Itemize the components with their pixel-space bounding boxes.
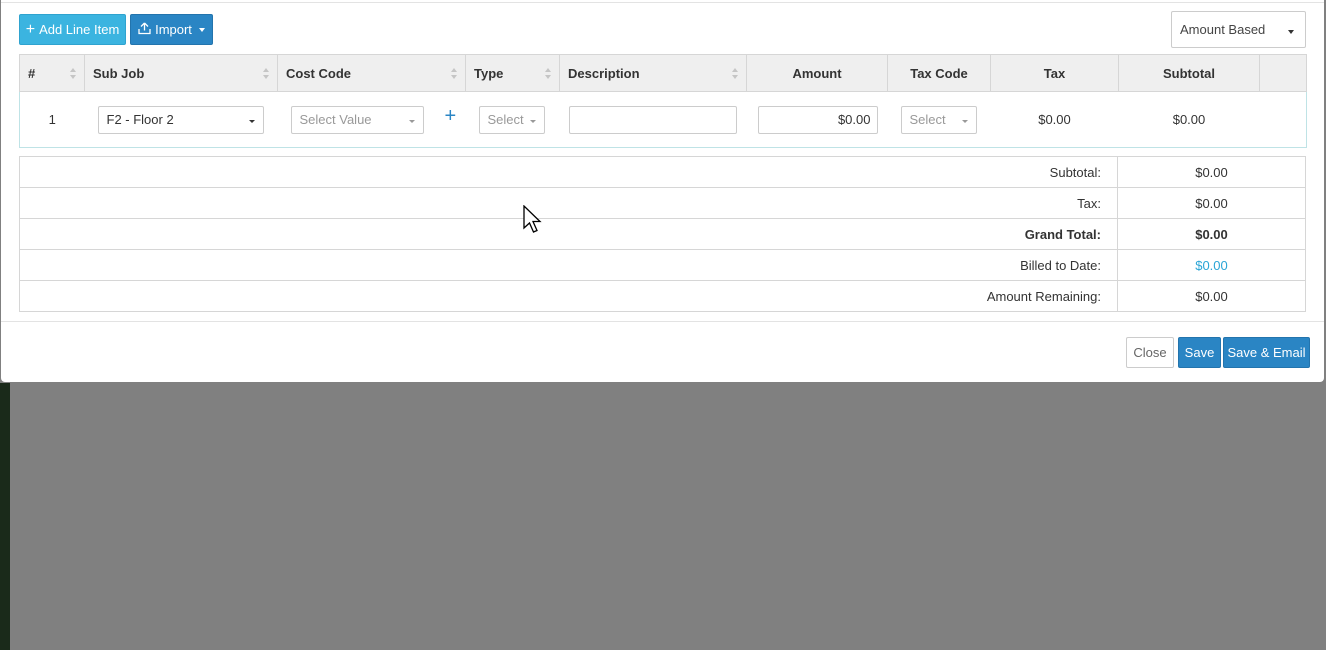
amount-remaining-label: Amount Remaining: xyxy=(19,280,1118,312)
chevron-down-icon xyxy=(1288,30,1294,34)
cost-code-placeholder: Select Value xyxy=(299,112,372,127)
plus-icon: + xyxy=(25,20,36,38)
type-placeholder: Select xyxy=(487,112,524,127)
upload-icon xyxy=(138,22,151,38)
line-items-modal: + Add Line Item Import Amount Based # Su… xyxy=(1,0,1324,382)
column-header-label: # xyxy=(28,65,36,81)
sub-job-value: F2 - Floor 2 xyxy=(106,112,174,127)
amount-cell: $0.00 xyxy=(746,91,888,148)
grand-total-value: $0.00 xyxy=(1117,218,1306,250)
cost-code-cell: Select Value + xyxy=(277,91,466,148)
totals-table: Subtotal: $0.00 Tax: $0.00 Grand Total: … xyxy=(19,156,1306,312)
subtotal-total-value: $0.00 xyxy=(1117,156,1306,188)
tax-label: Tax: xyxy=(19,187,1118,219)
mouse-pointer-icon xyxy=(523,204,543,238)
totals-row-subtotal: Subtotal: $0.00 xyxy=(19,156,1306,188)
column-header-label: Type xyxy=(474,65,504,81)
chevron-down-icon xyxy=(248,119,255,123)
line-items-table: # Sub Job Cost Code Type Description Amo… xyxy=(19,54,1307,148)
add-cost-code-icon[interactable]: + xyxy=(445,105,457,128)
column-header-cost-code[interactable]: Cost Code xyxy=(277,54,466,92)
column-header-label: Sub Job xyxy=(93,65,145,81)
save-button[interactable]: Save xyxy=(1178,337,1221,368)
import-label: Import xyxy=(155,22,192,37)
chevron-down-icon xyxy=(961,119,968,123)
save-and-email-button[interactable]: Save & Email xyxy=(1223,337,1310,368)
row-number: 1 xyxy=(19,91,85,148)
column-header-subtotal: Subtotal xyxy=(1118,54,1260,92)
description-cell xyxy=(559,91,747,148)
grand-total-label: Grand Total: xyxy=(19,218,1118,250)
subtotal-label: Subtotal: xyxy=(19,156,1118,188)
column-header-sub-job[interactable]: Sub Job xyxy=(84,54,278,92)
column-header-type[interactable]: Type xyxy=(465,54,560,92)
actions-cell xyxy=(1259,91,1307,148)
subtotal-value: $0.00 xyxy=(1118,91,1260,148)
column-header-num[interactable]: # xyxy=(19,54,85,92)
billed-to-date-cell: $0.00 xyxy=(1117,249,1306,281)
modal-footer-divider xyxy=(1,321,1324,322)
table-header-row: # Sub Job Cost Code Type Description Amo… xyxy=(19,54,1307,92)
background-strip xyxy=(0,383,10,650)
amount-input[interactable]: $0.00 xyxy=(757,105,878,134)
column-header-amount: Amount xyxy=(746,54,888,92)
column-header-tax: Tax xyxy=(990,54,1119,92)
billed-to-date-label: Billed to Date: xyxy=(19,249,1118,281)
description-input[interactable] xyxy=(568,105,737,134)
sort-icon xyxy=(545,68,551,80)
chevron-down-icon xyxy=(408,119,415,123)
sort-icon xyxy=(70,68,76,80)
cost-code-select[interactable]: Select Value xyxy=(290,105,424,134)
totals-row-tax: Tax: $0.00 xyxy=(19,187,1306,219)
column-header-label: Description xyxy=(568,65,640,81)
amount-remaining-value: $0.00 xyxy=(1117,280,1306,312)
chevron-down-icon xyxy=(198,27,205,32)
table-row: 1 F2 - Floor 2 Select Value + Select $0.… xyxy=(19,91,1307,148)
totals-row-grand-total: Grand Total: $0.00 xyxy=(19,218,1306,250)
totals-row-billed: Billed to Date: $0.00 xyxy=(19,249,1306,281)
import-dropdown-button[interactable]: Import xyxy=(130,14,213,45)
totals-row-remaining: Amount Remaining: $0.00 xyxy=(19,280,1306,312)
tax-code-placeholder: Select xyxy=(909,112,946,127)
tax-code-cell: Select xyxy=(887,91,991,148)
add-line-item-label: Add Line Item xyxy=(39,22,120,37)
sub-job-cell: F2 - Floor 2 xyxy=(84,91,278,148)
sort-icon xyxy=(263,68,269,80)
billing-mode-value: Amount Based xyxy=(1180,22,1266,37)
tax-code-select[interactable]: Select xyxy=(900,105,977,134)
close-button[interactable]: Close xyxy=(1126,337,1174,368)
column-header-tax-code: Tax Code xyxy=(887,54,991,92)
tax-total-value: $0.00 xyxy=(1117,187,1306,219)
chevron-down-icon xyxy=(529,119,536,123)
column-header-description[interactable]: Description xyxy=(559,54,747,92)
column-header-actions xyxy=(1259,54,1307,92)
type-cell: Select xyxy=(465,91,560,148)
billing-mode-select[interactable]: Amount Based xyxy=(1171,11,1306,48)
billed-to-date-link[interactable]: $0.00 xyxy=(1195,258,1228,273)
sort-icon xyxy=(732,68,738,80)
sort-icon xyxy=(451,68,457,80)
modal-top-divider xyxy=(1,2,1324,3)
tax-value: $0.00 xyxy=(990,91,1119,148)
sub-job-select[interactable]: F2 - Floor 2 xyxy=(97,105,264,134)
type-select[interactable]: Select xyxy=(478,105,545,134)
add-line-item-button[interactable]: + Add Line Item xyxy=(19,14,126,45)
column-header-label: Cost Code xyxy=(286,65,351,81)
